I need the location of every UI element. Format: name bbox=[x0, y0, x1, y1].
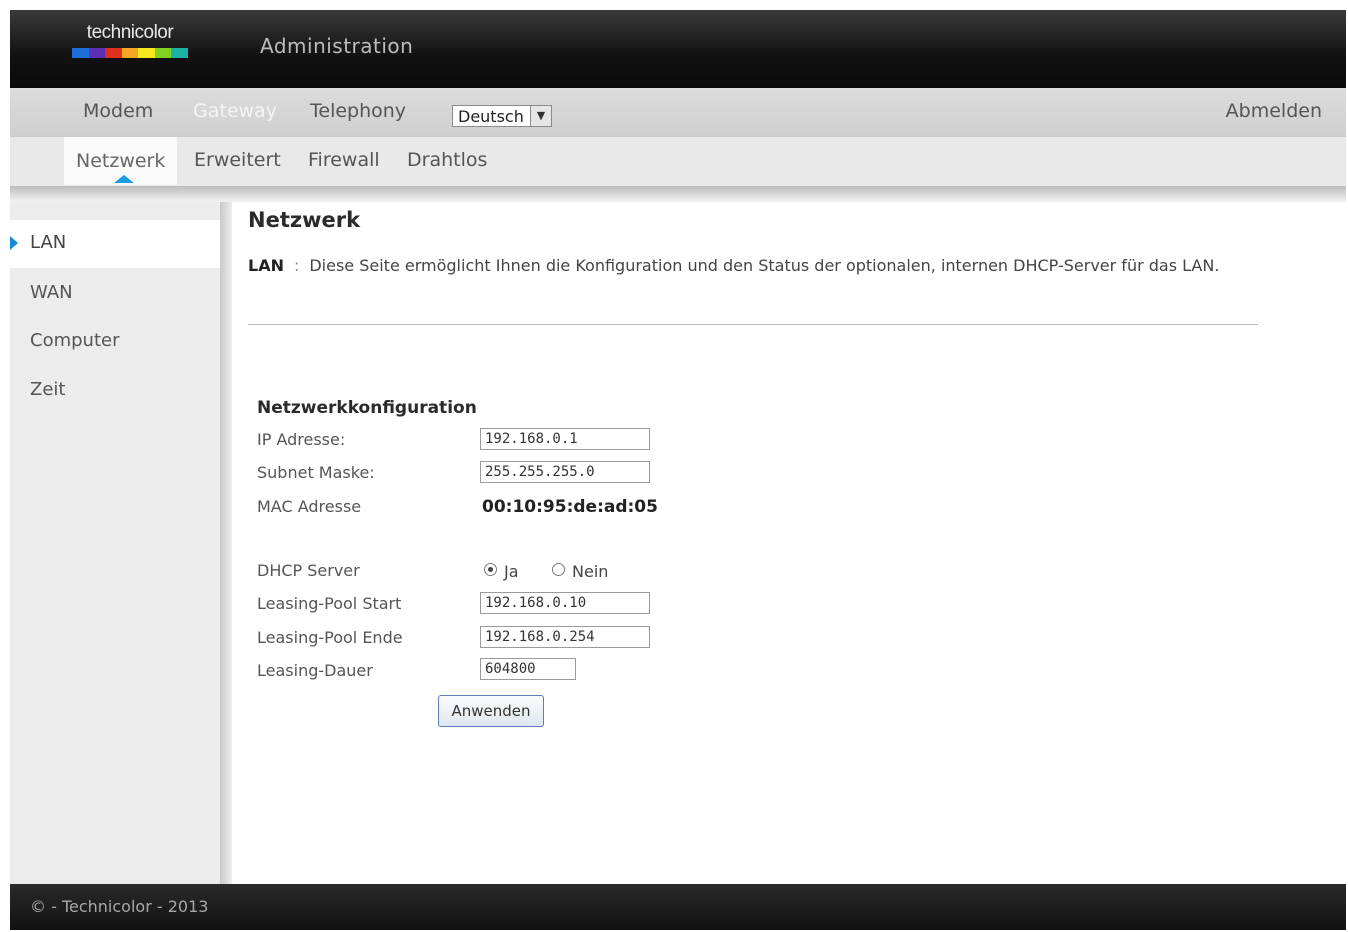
lease-duration-input[interactable] bbox=[480, 658, 576, 680]
subnet-mask-label: Subnet Maske: bbox=[257, 463, 375, 482]
nav-item-gateway[interactable]: Gateway bbox=[193, 100, 277, 122]
divider bbox=[248, 324, 1258, 325]
nav-item-modem[interactable]: Modem bbox=[83, 100, 153, 122]
copyright-text: © - Technicolor - 2013 bbox=[30, 897, 209, 916]
mac-address-label: MAC Adresse bbox=[257, 497, 362, 516]
dhcp-no-label: Nein bbox=[572, 562, 609, 581]
page-header-title: Administration bbox=[260, 34, 414, 58]
sidebar-item-computer[interactable]: Computer bbox=[10, 318, 220, 366]
language-select-value: Deutsch bbox=[458, 107, 524, 126]
top-header: technicolor Administration bbox=[10, 10, 1346, 88]
dhcp-no-radio[interactable] bbox=[552, 563, 565, 576]
technicolor-logo: technicolor bbox=[72, 22, 189, 58]
logo-text: technicolor bbox=[86, 22, 174, 43]
sidebar-item-lan[interactable]: LAN bbox=[10, 220, 220, 268]
subnet-mask-input[interactable] bbox=[480, 461, 650, 483]
lease-duration-label: Leasing-Dauer bbox=[257, 661, 373, 680]
dhcp-yes-radio[interactable] bbox=[484, 563, 497, 576]
description-key: LAN bbox=[248, 256, 284, 275]
section-title: Netzwerkkonfiguration bbox=[257, 398, 477, 418]
logo-color-bar bbox=[72, 48, 189, 58]
sidebar: LAN WAN Computer Zeit bbox=[10, 202, 220, 884]
footer: © - Technicolor - 2013 bbox=[10, 884, 1346, 930]
main-content: Netzwerk LAN: Diese Seite ermöglicht Ihne… bbox=[232, 202, 1346, 884]
sidebar-item-label: WAN bbox=[30, 282, 73, 303]
sidebar-divider bbox=[220, 202, 232, 884]
sidebar-item-wan[interactable]: WAN bbox=[10, 270, 220, 318]
subnav-shadow bbox=[10, 186, 1346, 202]
active-tab-caret-icon bbox=[114, 175, 134, 183]
nav-item-telephony[interactable]: Telephony bbox=[310, 100, 406, 122]
ip-address-input[interactable] bbox=[480, 428, 650, 450]
sidebar-item-label: Computer bbox=[30, 330, 120, 351]
sidebar-item-label: Zeit bbox=[30, 379, 66, 400]
sidebar-item-label: LAN bbox=[30, 232, 67, 253]
pool-start-label: Leasing-Pool Start bbox=[257, 594, 402, 613]
pool-end-input[interactable] bbox=[480, 626, 650, 648]
sidebar-item-zeit[interactable]: Zeit bbox=[10, 367, 220, 415]
sub-nav: Netzwerk Erweitert Firewall Drahtlos bbox=[10, 136, 1346, 187]
dhcp-server-label: DHCP Server bbox=[257, 561, 360, 580]
apply-button[interactable]: Anwenden bbox=[438, 695, 544, 727]
page-title: Netzwerk bbox=[248, 208, 361, 232]
pool-end-label: Leasing-Pool Ende bbox=[257, 628, 403, 647]
page-description: LAN: Diese Seite ermöglicht Ihnen die Kon… bbox=[248, 252, 1238, 279]
page-frame: technicolor Administration Modem Gateway… bbox=[10, 10, 1346, 930]
language-select[interactable]: Deutsch ▼ bbox=[452, 105, 552, 127]
main-nav: Modem Gateway Telephony Deutsch ▼ Abmeld… bbox=[10, 88, 1346, 136]
tab-erweitert[interactable]: Erweitert bbox=[194, 149, 281, 171]
logout-link[interactable]: Abmelden bbox=[1226, 100, 1322, 122]
chevron-down-icon[interactable]: ▼ bbox=[530, 106, 551, 126]
dhcp-yes-label: Ja bbox=[504, 562, 519, 581]
description-separator: : bbox=[293, 256, 300, 275]
arrow-right-icon bbox=[10, 236, 18, 250]
description-text: Diese Seite ermöglicht Ihnen die Konfigu… bbox=[309, 256, 1220, 275]
ip-address-label: IP Adresse: bbox=[257, 430, 346, 449]
tab-drahtlos[interactable]: Drahtlos bbox=[407, 149, 487, 171]
tab-firewall[interactable]: Firewall bbox=[308, 149, 380, 171]
pool-start-input[interactable] bbox=[480, 592, 650, 614]
mac-address-value: 00:10:95:de:ad:05 bbox=[482, 497, 658, 517]
